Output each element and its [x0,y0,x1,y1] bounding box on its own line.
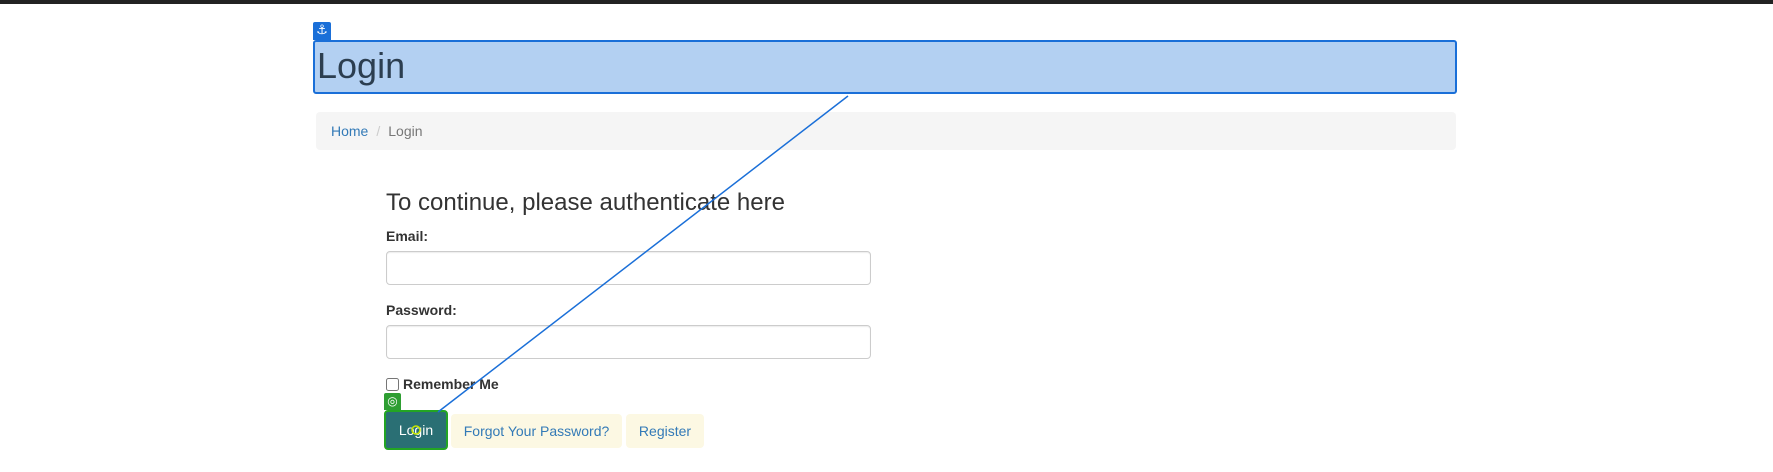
register-button[interactable]: Register [626,414,704,448]
password-field[interactable] [386,325,871,359]
email-field[interactable] [386,251,871,285]
login-button[interactable]: Login [384,410,448,450]
page-header-highlight: Login [313,40,1457,94]
breadcrumb-separator: / [376,123,381,139]
breadcrumb-current: Login [388,123,423,139]
remember-me-label: Remember Me [403,376,499,392]
anchor-icon: ⚓ [313,22,331,40]
remember-me-row: Remember Me [385,376,499,392]
remember-me-checkbox[interactable] [386,377,399,391]
forgot-password-button[interactable]: Forgot Your Password? [451,414,622,448]
breadcrumb: Home / Login [316,112,1456,150]
top-bar [0,0,1773,4]
target-icon: ◎ [384,393,401,410]
email-label: Email: [386,228,429,244]
page-title: Login [317,45,406,86]
breadcrumb-home-link[interactable]: Home [331,123,368,139]
password-label: Password: [386,302,457,318]
form-heading: To continue, please authenticate here [386,189,785,216]
